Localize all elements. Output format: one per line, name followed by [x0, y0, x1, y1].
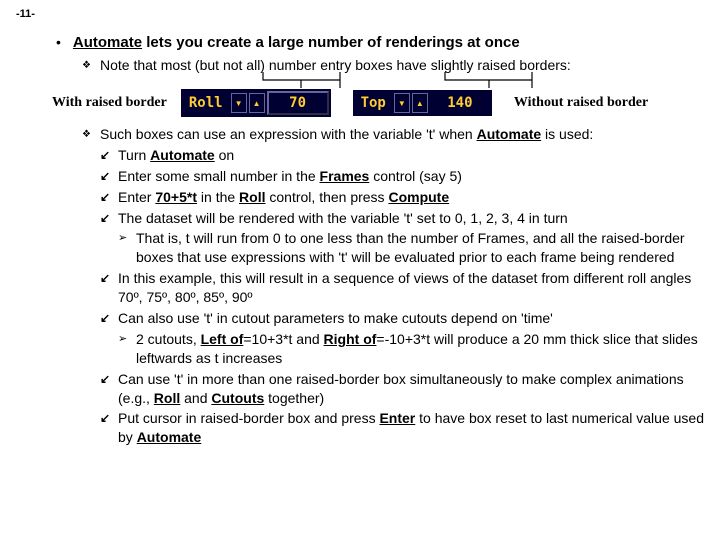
t: on [215, 147, 234, 163]
top-label: Top [355, 93, 392, 113]
automate-link: Automate [150, 147, 215, 163]
up-arrow-icon[interactable]: ▲ [249, 93, 265, 113]
bullet-dot-icon: • [56, 34, 61, 50]
cutouts-link: Cutouts [211, 390, 264, 406]
enter-link: Enter [379, 410, 415, 426]
t: and [180, 390, 211, 406]
main-bullet-text: Automate lets you create a large number … [73, 34, 520, 51]
t: Put cursor in raised-border box and pres… [118, 410, 379, 426]
step-multi: Can use 't' in more than one raised-bord… [118, 370, 704, 408]
top-value-input[interactable]: 140 [430, 92, 490, 114]
body-list: Such boxes can use an expression with th… [100, 125, 704, 447]
t: Enter some small number in the [118, 168, 320, 184]
automate-link: Automate [73, 34, 142, 51]
automate-link: Automate [137, 429, 202, 445]
page-number: -11- [16, 8, 704, 20]
roll-control: Roll ▼ ▲ 70 [181, 89, 331, 117]
note-line: Note that most (but not all) number entr… [100, 57, 704, 73]
compute-link: Compute [388, 189, 449, 205]
down-arrow-icon[interactable]: ▼ [231, 93, 247, 113]
t: in the [197, 189, 239, 205]
up-arrow-icon[interactable]: ▲ [412, 93, 428, 113]
t: together) [264, 390, 324, 406]
expr-link: 70+5*t [155, 189, 197, 205]
main-bullet: • Automate lets you create a large numbe… [56, 34, 704, 51]
step-cutout: Can also use 't' in cutout parameters to… [118, 309, 704, 328]
step-enter-reset: Put cursor in raised-border box and pres… [118, 409, 704, 447]
step-frames: Enter some small number in the Frames co… [118, 167, 704, 186]
widget-row: With raised border Roll ▼ ▲ 70 Top ▼ ▲ 1… [52, 89, 704, 117]
bracket-right [444, 71, 534, 89]
t: 2 cutouts, [136, 331, 201, 347]
step-example: In this example, this will result in a s… [118, 269, 704, 307]
down-arrow-icon[interactable]: ▼ [394, 93, 410, 113]
roll-value-input[interactable]: 70 [267, 91, 329, 115]
automate-link: Automate [477, 126, 542, 142]
top-control: Top ▼ ▲ 140 [353, 90, 492, 116]
frames-link: Frames [320, 168, 370, 184]
expr-intro: Such boxes can use an expression with th… [100, 125, 704, 144]
step-rendered: The dataset will be rendered with the va… [118, 209, 704, 228]
main-bullet-rest: lets you create a large number of render… [142, 34, 520, 51]
rightof-link: Right of [324, 331, 377, 347]
roll-link: Roll [154, 390, 180, 406]
t: =10+3*t and [243, 331, 323, 347]
roll-label: Roll [183, 93, 229, 113]
t: control (say 5) [369, 168, 462, 184]
step-cutout-detail: 2 cutouts, Left of=10+3*t and Right of=-… [136, 330, 704, 368]
without-raised-label: Without raised border [514, 95, 648, 111]
with-raised-label: With raised border [52, 95, 167, 111]
t: is used: [541, 126, 593, 142]
t: control, then press [266, 189, 389, 205]
step-roll-expr: Enter 70+5*t in the Roll control, then p… [118, 188, 704, 207]
roll-link: Roll [239, 189, 265, 205]
t: Enter [118, 189, 155, 205]
step-turn-on: Turn Automate on [118, 146, 704, 165]
bracket-left [262, 71, 342, 89]
leftof-link: Left of [201, 331, 244, 347]
t: Such boxes can use an expression with th… [100, 126, 477, 142]
step-rendered-detail: That is, t will run from 0 to one less t… [136, 229, 704, 267]
t: Turn [118, 147, 150, 163]
